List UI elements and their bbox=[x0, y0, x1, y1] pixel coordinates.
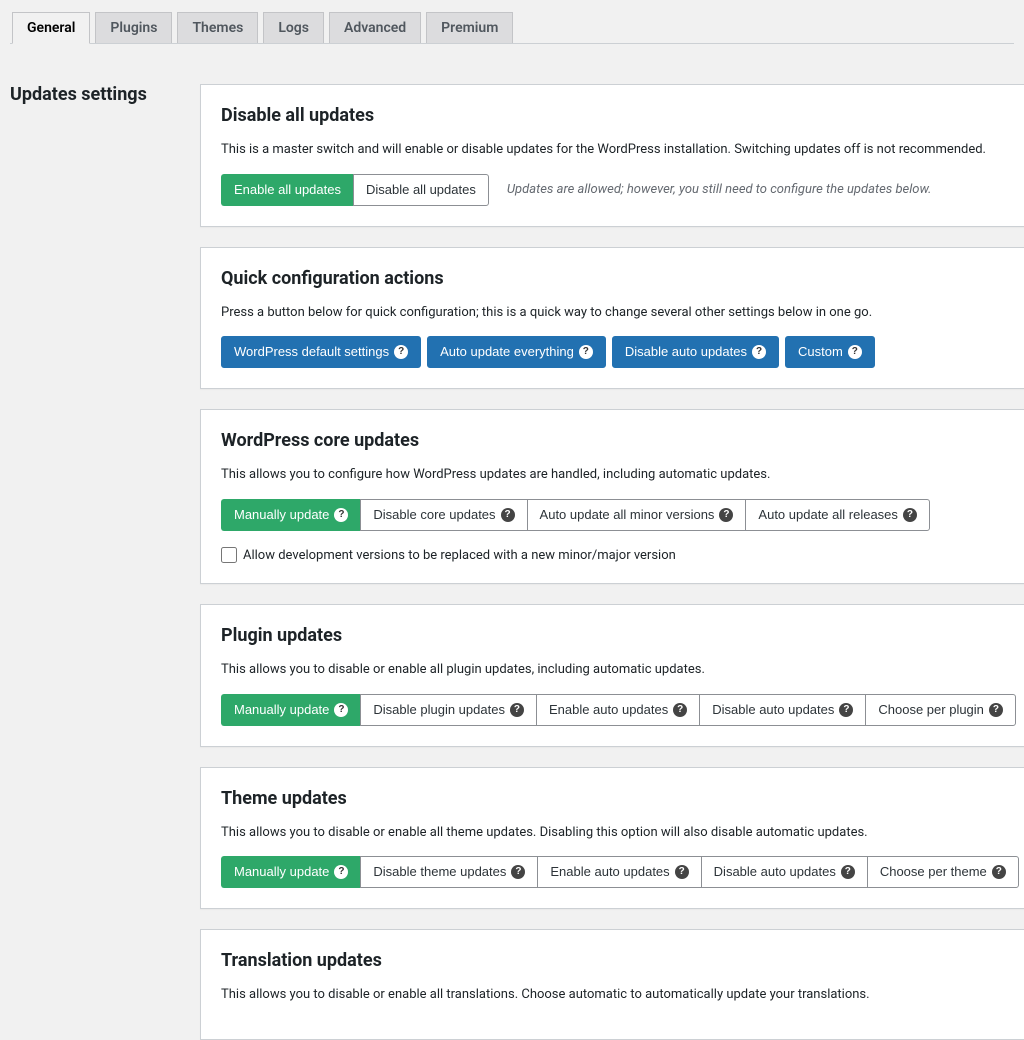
button-label: Manually update bbox=[234, 701, 329, 719]
section-desc: Press a button below for quick configura… bbox=[221, 303, 1019, 323]
section-core-updates: WordPress core updates This allows you t… bbox=[200, 409, 1024, 584]
button-label: Disable auto updates bbox=[712, 701, 834, 719]
checkbox-label: Allow development versions to be replace… bbox=[243, 548, 676, 563]
tab-plugins[interactable]: Plugins bbox=[95, 12, 172, 43]
help-icon: ? bbox=[334, 865, 348, 879]
main-panel: Disable all updates This is a master swi… bbox=[200, 84, 1024, 1040]
updates-hint: Updates are allowed; however, you still … bbox=[507, 182, 932, 197]
plugin-disable-auto-button[interactable]: Disable auto updates ? bbox=[699, 694, 865, 726]
tab-premium[interactable]: Premium bbox=[426, 12, 513, 43]
button-label: Disable auto updates bbox=[714, 863, 836, 881]
custom-button[interactable]: Custom ? bbox=[785, 336, 875, 368]
tab-general[interactable]: General bbox=[12, 12, 90, 44]
core-disable-updates-button[interactable]: Disable core updates ? bbox=[360, 499, 526, 531]
help-icon: ? bbox=[989, 703, 1003, 717]
allow-dev-versions-checkbox[interactable] bbox=[221, 547, 237, 563]
button-label: Auto update everything bbox=[440, 343, 574, 361]
section-translation-updates: Translation updates This allows you to d… bbox=[200, 929, 1024, 1040]
core-auto-minor-button[interactable]: Auto update all minor versions ? bbox=[527, 499, 746, 531]
tabs-nav: General Plugins Themes Logs Advanced Pre… bbox=[10, 0, 1014, 44]
tab-advanced[interactable]: Advanced bbox=[329, 12, 421, 43]
section-theme-updates: Theme updates This allows you to disable… bbox=[200, 767, 1024, 910]
button-label: Disable core updates bbox=[373, 506, 495, 524]
help-icon: ? bbox=[510, 703, 524, 717]
theme-manually-update-button[interactable]: Manually update ? bbox=[221, 856, 360, 888]
button-label: Auto update all minor versions bbox=[540, 506, 715, 524]
toggle-group-plugin: Manually update ? Disable plugin updates… bbox=[221, 694, 1016, 726]
section-plugin-updates: Plugin updates This allows you to disabl… bbox=[200, 604, 1024, 747]
theme-disable-updates-button[interactable]: Disable theme updates ? bbox=[360, 856, 537, 888]
section-title: Translation updates bbox=[221, 950, 1019, 971]
help-icon: ? bbox=[848, 345, 862, 359]
help-icon: ? bbox=[752, 345, 766, 359]
theme-disable-auto-button[interactable]: Disable auto updates ? bbox=[701, 856, 867, 888]
help-icon: ? bbox=[992, 865, 1006, 879]
toggle-group-all-updates: Enable all updates Disable all updates bbox=[221, 174, 489, 206]
help-icon: ? bbox=[903, 508, 917, 522]
plugin-disable-updates-button[interactable]: Disable plugin updates ? bbox=[360, 694, 536, 726]
auto-update-everything-button[interactable]: Auto update everything ? bbox=[427, 336, 606, 368]
help-icon: ? bbox=[719, 508, 733, 522]
plugin-manually-update-button[interactable]: Manually update ? bbox=[221, 694, 360, 726]
help-icon: ? bbox=[841, 865, 855, 879]
help-icon: ? bbox=[501, 508, 515, 522]
button-label: Choose per theme bbox=[880, 863, 987, 881]
help-icon: ? bbox=[394, 345, 408, 359]
core-manually-update-button[interactable]: Manually update ? bbox=[221, 499, 360, 531]
help-icon: ? bbox=[839, 703, 853, 717]
button-label: Custom bbox=[798, 343, 843, 361]
help-icon: ? bbox=[334, 508, 348, 522]
button-label: Auto update all releases bbox=[758, 506, 897, 524]
button-label: Manually update bbox=[234, 506, 329, 524]
section-desc: This is a master switch and will enable … bbox=[221, 140, 1019, 160]
button-label: Enable auto updates bbox=[550, 863, 669, 881]
button-label: Choose per plugin bbox=[878, 701, 984, 719]
enable-all-updates-button[interactable]: Enable all updates bbox=[221, 174, 353, 206]
wp-default-settings-button[interactable]: WordPress default settings ? bbox=[221, 336, 421, 368]
tab-themes[interactable]: Themes bbox=[177, 12, 258, 43]
section-desc: This allows you to disable or enable all… bbox=[221, 985, 1019, 1005]
section-title: Quick configuration actions bbox=[221, 268, 1019, 289]
button-label: Manually update bbox=[234, 863, 329, 881]
button-label: WordPress default settings bbox=[234, 343, 389, 361]
button-label: Enable auto updates bbox=[549, 701, 668, 719]
theme-choose-per-button[interactable]: Choose per theme ? bbox=[867, 856, 1019, 888]
toggle-group-theme: Manually update ? Disable theme updates … bbox=[221, 856, 1019, 888]
core-auto-all-button[interactable]: Auto update all releases ? bbox=[745, 499, 929, 531]
theme-enable-auto-button[interactable]: Enable auto updates ? bbox=[537, 856, 700, 888]
button-label: Disable plugin updates bbox=[373, 701, 505, 719]
help-icon: ? bbox=[675, 865, 689, 879]
page-title: Updates settings bbox=[10, 84, 180, 105]
disable-all-updates-button[interactable]: Disable all updates bbox=[353, 174, 489, 206]
section-title: Plugin updates bbox=[221, 625, 1019, 646]
section-title: Disable all updates bbox=[221, 105, 1019, 126]
help-icon: ? bbox=[673, 703, 687, 717]
section-title: Theme updates bbox=[221, 788, 1019, 809]
tab-logs[interactable]: Logs bbox=[263, 12, 324, 43]
section-disable-all: Disable all updates This is a master swi… bbox=[200, 84, 1024, 227]
plugin-enable-auto-button[interactable]: Enable auto updates ? bbox=[536, 694, 699, 726]
disable-auto-updates-button[interactable]: Disable auto updates ? bbox=[612, 336, 779, 368]
button-label: Disable auto updates bbox=[625, 343, 747, 361]
section-desc: This allows you to disable or enable all… bbox=[221, 823, 1019, 843]
toggle-group-core: Manually update ? Disable core updates ?… bbox=[221, 499, 930, 531]
section-quick-config: Quick configuration actions Press a butt… bbox=[200, 247, 1024, 390]
plugin-choose-per-button[interactable]: Choose per plugin ? bbox=[865, 694, 1016, 726]
help-icon: ? bbox=[511, 865, 525, 879]
sidebar: Updates settings bbox=[10, 84, 180, 1040]
section-desc: This allows you to configure how WordPre… bbox=[221, 465, 1019, 485]
section-desc: This allows you to disable or enable all… bbox=[221, 660, 1019, 680]
help-icon: ? bbox=[579, 345, 593, 359]
button-label: Disable theme updates bbox=[373, 863, 506, 881]
help-icon: ? bbox=[334, 703, 348, 717]
section-title: WordPress core updates bbox=[221, 430, 1019, 451]
